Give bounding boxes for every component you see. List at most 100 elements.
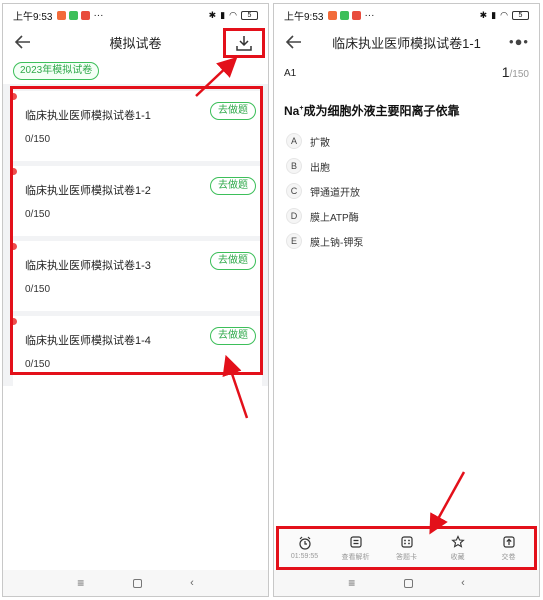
paper-list: 临床执业医师模拟试卷1-1 0/150 去做题 临床执业医师模拟试卷1-2 0/… [3,84,268,386]
answer-card-label: 答题卡 [396,553,417,561]
analysis-label: 查看解析 [341,553,370,561]
more-icon[interactable]: •●• [509,34,529,49]
start-paper-button[interactable]: 去做题 [210,102,256,120]
back-nav-icon[interactable]: ‹ [190,577,194,589]
timer-button[interactable]: 01:59:55 [283,536,327,560]
start-paper-button[interactable]: 去做题 [210,252,256,270]
option-letter: A [286,133,302,149]
question-prefix: Na [284,104,300,118]
option-text: 扩散 [310,137,330,149]
app-icon [81,10,91,20]
favorite-button[interactable]: 收藏 [436,534,480,562]
paper-card[interactable]: 临床执业医师模拟试卷1-3 0/150 去做题 [10,241,262,311]
status-bar: 上午9:53 ··· ✱ ▮ ◠ 5 [3,4,268,26]
page-title: 模拟试卷 [109,35,162,51]
option-e[interactable]: E 膜上钠-钾泵 [286,232,363,250]
paper-name: 临床执业医师模拟试卷1-2 [25,185,151,197]
start-paper-button[interactable]: 去做题 [210,327,256,345]
menu-nav-icon[interactable]: ≡ [348,577,355,589]
back-arrow-icon[interactable] [13,32,33,52]
wechat-icon [340,10,350,20]
answer-card-icon [400,535,413,548]
unread-dot [10,243,17,250]
star-icon [450,534,465,548]
unread-dot [10,318,17,325]
alarm-clock-icon [298,536,311,550]
wifi-icon: ◠ [500,9,508,20]
submit-paper-button[interactable]: 交卷 [487,535,531,562]
bottom-toolbar: 01:59:55 查看解析 答题卡 收藏 交卷 [276,526,537,570]
option-text: 膜上钠-钾泵 [310,237,364,249]
back-nav-icon[interactable]: ‹ [461,577,465,589]
option-d[interactable]: D 膜上ATP酶 [286,207,359,225]
right-screen: 上午9:53 ··· ✱ ▮ ◠ 5 临床执业医师模拟试卷1-1 •●• A1 … [273,3,540,597]
timer-label: 01:59:55 [290,553,319,560]
more-notifications: ··· [93,9,104,21]
back-arrow-icon[interactable] [284,32,304,52]
question-type: A1 [284,68,297,79]
paper-name: 临床执业医师模拟试卷1-4 [25,335,151,347]
status-bar: 上午9:53 ··· ✱ ▮ ◠ 5 [274,4,539,26]
home-nav-icon[interactable] [403,578,413,588]
home-nav-icon[interactable] [132,578,142,588]
bluetooth-icon: ✱ [208,9,217,20]
signal-icon: ▮ [220,9,226,20]
question-text: Na+成为细胞外液主要阳离子依靠 [284,102,459,119]
question-meta: A1 1/150 [284,64,529,84]
more-notifications: ··· [364,9,375,21]
paper-card[interactable]: 临床执业医师模拟试卷1-1 0/150 去做题 [10,91,262,161]
option-text: 出胞 [310,162,330,174]
option-letter: C [286,183,302,199]
paper-progress: 0/150 [25,209,51,220]
total-questions: /150 [509,69,529,80]
page-title: 临床执业医师模拟试卷1-1 [332,35,481,51]
paper-card[interactable]: 临床执业医师模拟试卷1-4 0/150 去做题 [10,316,262,386]
app-icon [352,10,362,20]
wifi-icon: ◠ [229,9,237,20]
paper-name: 临床执业医师模拟试卷1-3 [25,260,151,272]
bluetooth-icon: ✱ [479,9,488,20]
paper-progress: 0/150 [25,134,51,145]
submit-icon [502,535,515,548]
download-icon [236,36,252,51]
battery-icon: 5 [512,10,529,20]
analysis-icon [349,535,362,548]
system-nav-bar: ≡ ‹ [3,570,268,596]
top-navbar: 模拟试卷 [3,28,268,58]
start-paper-button[interactable]: 去做题 [210,177,256,195]
menu-nav-icon[interactable]: ≡ [77,577,84,589]
system-nav-bar: ≡ ‹ [274,570,539,596]
paper-progress: 0/150 [25,359,51,370]
option-b[interactable]: B 出胞 [286,157,330,175]
wechat-icon [69,10,79,20]
status-time: 上午9:53 [284,11,324,23]
signal-icon: ▮ [491,9,497,20]
unread-dot [10,93,17,100]
option-letter: E [286,233,302,249]
download-button[interactable] [223,28,265,58]
battery-icon: 5 [241,10,258,20]
view-analysis-button[interactable]: 查看解析 [334,535,378,562]
paper-card[interactable]: 临床执业医师模拟试卷1-2 0/150 去做题 [10,166,262,236]
paper-name: 临床执业医师模拟试卷1-1 [25,110,151,122]
question-body: 成为细胞外液主要阳离子依靠 [303,104,460,118]
status-right: ✱ ▮ ◠ 5 [480,10,529,21]
year-tag[interactable]: 2023年模拟试卷 [13,62,100,80]
option-c[interactable]: C 钾通道开放 [286,182,360,200]
option-letter: D [286,208,302,224]
option-letter: B [286,158,302,174]
status-right: ✱ ▮ ◠ 5 [209,10,258,21]
option-a[interactable]: A 扩散 [286,132,330,150]
answer-card-button[interactable]: 答题卡 [385,535,429,562]
left-screen: 上午9:53 ··· ✱ ▮ ◠ 5 模拟试卷 2023年模拟试卷 临床执业医师… [2,3,269,597]
question-counter: 1/150 [502,64,529,80]
submit-label: 交卷 [501,553,516,561]
current-question: 1 [501,64,510,80]
notification-icon [57,10,67,20]
favorite-label: 收藏 [450,553,465,561]
option-text: 钾通道开放 [310,187,360,199]
top-navbar: 临床执业医师模拟试卷1-1 •●• [274,28,539,56]
notification-icon [328,10,338,20]
option-text: 膜上ATP酶 [310,212,359,224]
paper-progress: 0/150 [25,284,51,295]
